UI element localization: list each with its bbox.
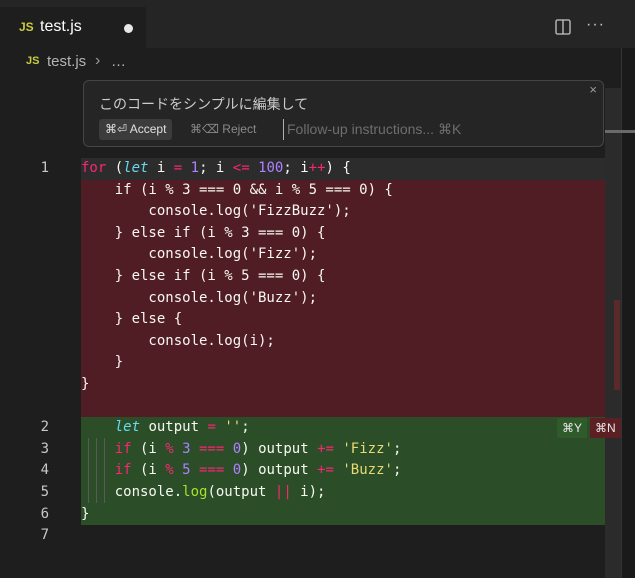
more-actions-icon[interactable]: ··· <box>586 16 605 34</box>
breadcrumb-symbols[interactable]: … <box>111 53 126 70</box>
code-line-5[interactable]: 5 console.log(output || i); <box>0 482 605 504</box>
close-icon[interactable]: × <box>589 82 597 97</box>
deleted-line: } else if (i % 3 === 0) { <box>0 222 605 245</box>
js-file-icon: JS <box>19 20 34 34</box>
code-text[interactable]: if (i % 3 === 0) output += 'Fizz'; <box>81 438 605 461</box>
code-text[interactable]: console.log(output || i); <box>81 482 605 504</box>
reject-hunk-button[interactable]: ⌘N <box>590 418 621 438</box>
line-number: 7 <box>40 527 49 544</box>
code-text: } else if (i % 5 === 0) { <box>81 266 605 288</box>
inline-chat-widget: × このコードをシンプルに編集して ⌘⏎ Accept ⌘⌫ Reject Fo… <box>83 80 604 147</box>
deleted-line: } else if (i % 5 === 0) { <box>0 266 605 288</box>
code-line-7[interactable]: 7 <box>0 525 605 547</box>
deleted-line <box>0 395 605 418</box>
line-number: 5 <box>40 484 49 500</box>
code-text: } <box>81 374 605 396</box>
split-editor-icon[interactable] <box>555 19 571 35</box>
indent-guide <box>88 438 89 503</box>
deleted-line: console.log('Fizz'); <box>0 244 605 266</box>
code-text: console.log('FizzBuzz'); <box>81 201 605 223</box>
deleted-line: console.log('FizzBuzz'); <box>0 201 605 223</box>
line-number: 6 <box>40 505 49 522</box>
line-number: 4 <box>40 462 49 479</box>
code-line-2[interactable]: 2 let output = ''; <box>0 417 605 439</box>
code-text[interactable] <box>81 525 605 547</box>
code-text: } else if (i % 3 === 0) { <box>81 222 605 245</box>
code-text: } else { <box>81 309 605 331</box>
deleted-line: } <box>0 352 605 374</box>
accept-hunk-button[interactable]: ⌘Y <box>557 418 588 438</box>
line-number: 1 <box>40 160 49 176</box>
deleted-line: } else { <box>0 309 605 331</box>
tab-test-js[interactable]: JS test.js <box>0 7 146 48</box>
code-text: if (i % 3 === 0 && i % 5 === 0) { <box>81 179 605 202</box>
unsaved-dot-icon[interactable] <box>124 24 133 33</box>
breadcrumb-file[interactable]: test.js <box>47 53 86 70</box>
code-line-6[interactable]: 6 } <box>0 503 605 526</box>
deleted-line: console.log('Buzz'); <box>0 287 605 310</box>
js-file-icon: JS <box>26 55 40 67</box>
line-number: 3 <box>40 440 49 457</box>
overview-ruler <box>621 48 635 578</box>
code-text[interactable]: if (i % 5 === 0) output += 'Buzz'; <box>81 460 605 482</box>
scrollbar-diff-marker <box>614 300 620 390</box>
code-text[interactable]: for (let i = 1; i <= 100; i++) { <box>81 158 605 180</box>
code-text: console.log(i); <box>81 330 605 353</box>
accept-button[interactable]: ⌘⏎ Accept <box>99 119 173 140</box>
code-text: console.log('Buzz'); <box>81 287 605 310</box>
breadcrumb: JS test.js › … <box>0 48 635 78</box>
tab-title: test.js <box>40 18 82 35</box>
code-line-4[interactable]: 4 if (i % 5 === 0) output += 'Buzz'; <box>0 460 605 482</box>
code-line-3[interactable]: 3 if (i % 3 === 0) output += 'Fizz'; <box>0 438 605 461</box>
indent-guide <box>104 438 105 503</box>
code-text: console.log('Fizz'); <box>81 244 605 266</box>
code-line-1[interactable]: 1 for (let i = 1; i <= 100; i++) { <box>0 158 605 180</box>
code-text[interactable]: let output = ''; <box>81 417 605 439</box>
code-text <box>81 395 605 418</box>
code-text[interactable]: } <box>81 503 605 526</box>
code-text: } <box>81 352 605 374</box>
follow-up-input[interactable]: Follow-up instructions... ⌘K <box>283 119 461 140</box>
tab-bar: JS test.js ··· <box>0 0 635 48</box>
chat-prompt-text: このコードをシンプルに編集して <box>99 96 309 112</box>
chevron-right-icon: › <box>95 52 101 69</box>
deleted-line: if (i % 3 === 0 && i % 5 === 0) { <box>0 179 605 202</box>
line-number: 2 <box>40 419 49 436</box>
indent-guide <box>96 438 97 503</box>
deleted-line: console.log(i); <box>0 330 605 353</box>
deleted-line: } <box>0 374 605 396</box>
reject-button[interactable]: ⌘⌫ Reject <box>190 119 256 140</box>
scrollbar-cursor-marker <box>605 130 635 133</box>
